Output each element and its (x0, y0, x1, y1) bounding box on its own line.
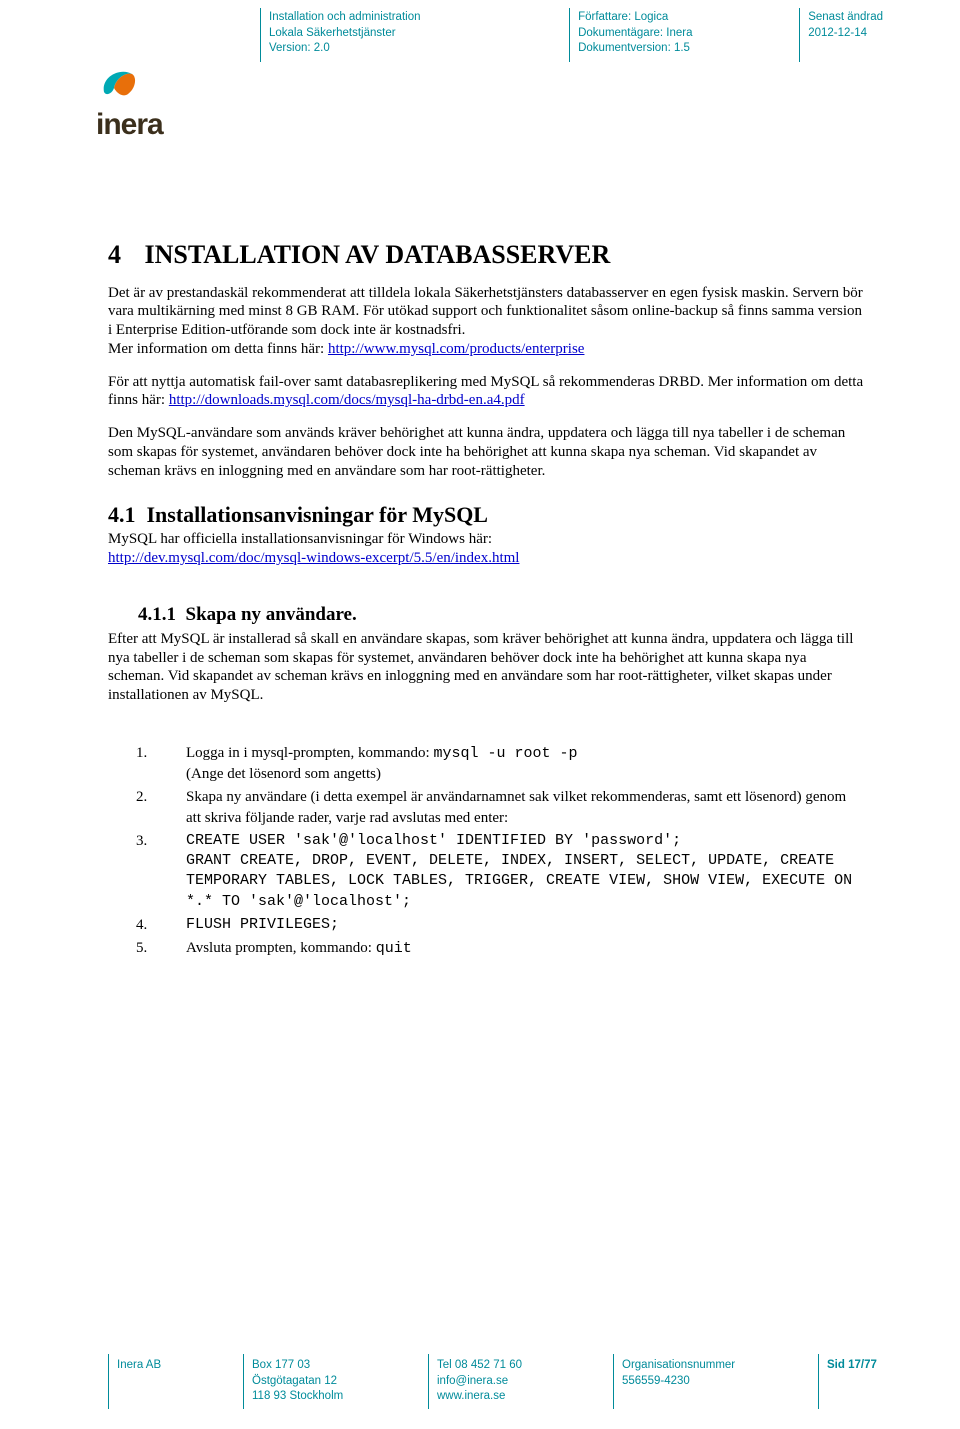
document-page: Installation och administration Lokala S… (0, 0, 960, 1429)
footer-line: 556559-4230 (622, 1374, 812, 1390)
footer-line: Tel 08 452 71 60 (437, 1358, 607, 1374)
header-line: Dokumentversion: 1.5 (578, 41, 777, 57)
code: FLUSH PRIVILEGES; (186, 915, 864, 935)
enterprise-link[interactable]: http://www.mysql.com/products/enterprise (328, 341, 585, 357)
step-number: 1. (136, 743, 186, 785)
footer-col-4: Organisationsnummer 556559-4230 (613, 1354, 818, 1409)
step-number: 3. (136, 831, 186, 912)
section-4-1-1-text: Efter att MySQL är installerad så skall … (108, 630, 864, 705)
step-body: Avsluta prompten, kommando: quit (186, 938, 864, 959)
logo-text: inera (96, 108, 163, 142)
code: quit (376, 940, 412, 957)
header-col-3: Senast ändrad 2012-12-14 (799, 8, 930, 62)
step-4: 4. FLUSH PRIVILEGES; (136, 915, 864, 935)
footer-col-3: Tel 08 452 71 60 info@inera.se www.inera… (428, 1354, 613, 1409)
footer-line: Östgötagatan 12 (252, 1374, 422, 1390)
logo: inera (96, 62, 163, 142)
header-line: Dokumentägare: Inera (578, 26, 777, 42)
step-1: 1. Logga in i mysql-prompten, kommando: … (136, 743, 864, 785)
step-number: 2. (136, 787, 186, 828)
footer-line: Inera AB (117, 1358, 237, 1374)
step-number: 5. (136, 938, 186, 959)
footer-line: Box 177 03 (252, 1358, 422, 1374)
header-line: 2012-12-14 (808, 26, 922, 42)
section-number: 4 (108, 240, 138, 270)
section-4-para-2: För att nyttja automatisk fail-over samt… (108, 373, 864, 411)
step-3: 3. CREATE USER 'sak'@'localhost' IDENTIF… (136, 831, 864, 912)
section-4-para-1: Det är av prestandaskäl rekommenderat at… (108, 284, 864, 359)
header: Installation och administration Lokala S… (0, 0, 960, 62)
header-line: Författare: Logica (578, 10, 777, 26)
section-title: Installationsanvisningar för MySQL (147, 502, 488, 527)
footer-line: 118 93 Stockholm (252, 1389, 422, 1405)
step-body: Logga in i mysql-prompten, kommando: mys… (186, 743, 864, 785)
header-col-2: Författare: Logica Dokumentägare: Inera … (569, 8, 785, 62)
footer-line: info@inera.se (437, 1374, 607, 1390)
footer-line: Sid 17/77 (827, 1358, 907, 1374)
inera-logo-icon (96, 62, 142, 108)
header-line: Version: 2.0 (269, 41, 487, 57)
section-4-1-heading: 4.1 Installationsanvisningar för MySQL (108, 502, 864, 528)
steps-list: 1. Logga in i mysql-prompten, kommando: … (108, 743, 864, 960)
step-2: 2. Skapa ny användare (i detta exempel ä… (136, 787, 864, 828)
windows-install-link[interactable]: http://dev.mysql.com/doc/mysql-windows-e… (108, 550, 519, 566)
section-number: 4.1 (108, 502, 136, 527)
main-content: 4 INSTALLATION AV DATABASSERVER Det är a… (0, 62, 960, 960)
step-number: 4. (136, 915, 186, 935)
header-line: Senast ändrad (808, 10, 922, 26)
footer: Inera AB Box 177 03 Östgötagatan 12 118 … (108, 1354, 930, 1409)
header-line: Lokala Säkerhetstjänster (269, 26, 487, 42)
footer-line: www.inera.se (437, 1389, 607, 1405)
section-title: Skapa ny användare. (186, 604, 357, 625)
footer-col-5: Sid 17/77 (818, 1354, 913, 1409)
code-block: CREATE USER 'sak'@'localhost' IDENTIFIED… (186, 831, 864, 912)
step-5: 5. Avsluta prompten, kommando: quit (136, 938, 864, 959)
section-4-1-1-heading: 4.1.1 Skapa ny användare. (138, 604, 864, 626)
section-title: INSTALLATION AV DATABASSERVER (145, 240, 611, 269)
section-4-1-text: MySQL har officiella installationsanvisn… (108, 530, 864, 568)
footer-line: Organisationsnummer (622, 1358, 812, 1374)
section-number: 4.1.1 (138, 604, 176, 625)
section-4-para-3: Den MySQL-användare som används kräver b… (108, 424, 864, 480)
step-body: Skapa ny användare (i detta exempel är a… (186, 787, 864, 828)
footer-col-2: Box 177 03 Östgötagatan 12 118 93 Stockh… (243, 1354, 428, 1409)
header-col-1: Installation och administration Lokala S… (260, 8, 495, 62)
footer-col-1: Inera AB (108, 1354, 243, 1409)
header-line: Installation och administration (269, 10, 487, 26)
drbd-link[interactable]: http://downloads.mysql.com/docs/mysql-ha… (169, 392, 525, 408)
code: mysql -u root -p (433, 745, 577, 762)
section-4-heading: 4 INSTALLATION AV DATABASSERVER (108, 240, 864, 270)
